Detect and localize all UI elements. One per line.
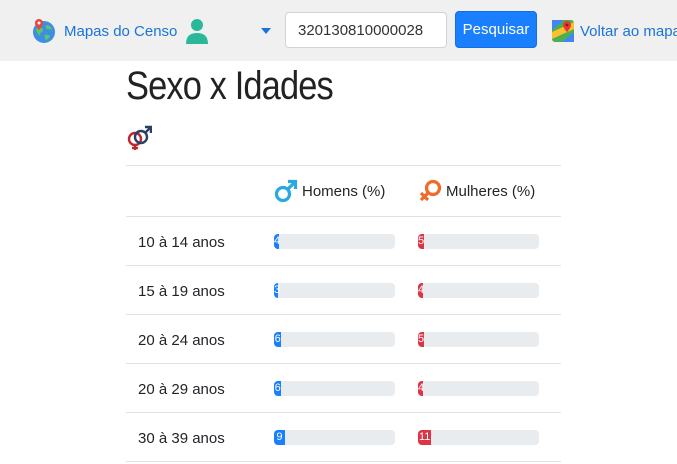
header-age-group (126, 165, 274, 217)
globe-pin-icon (33, 19, 55, 43)
header-women: Mulheres (%) (418, 165, 561, 217)
header-men-label: Homens (%) (302, 182, 386, 200)
age-group-label: 10 à 14 anos (138, 233, 225, 251)
women-progress-bar: 4 (418, 282, 425, 298)
table-row: 30 à 39 anos 9 11 (126, 412, 561, 462)
search-button[interactable]: Pesquisar (455, 11, 537, 48)
men-percent-cell: 9 (274, 412, 418, 462)
table-row: 20 à 29 anos 6 4 (126, 363, 561, 413)
brand-label: Mapas do Censo (64, 22, 178, 40)
age-group-cell: 30 à 39 anos (126, 412, 274, 462)
age-group-cell: 20 à 29 anos (126, 363, 274, 413)
men-percent-cell: 6 (274, 314, 418, 364)
men-progress-track: 9 (274, 429, 395, 445)
brand-link[interactable]: Mapas do Censo (30, 15, 177, 47)
men-progress-bar: 4 (274, 233, 281, 249)
male-female-icon (127, 125, 152, 150)
women-progress-track: 4 (418, 380, 539, 396)
user-menu-dropdown[interactable] (183, 16, 275, 46)
age-group-label: 30 à 39 anos (138, 429, 225, 447)
women-progress-track: 11 (418, 429, 539, 445)
men-progress-track: 3 (274, 282, 395, 298)
table-row: 10 à 14 anos 4 5 (126, 216, 561, 266)
men-progress-bar: 9 (274, 429, 285, 445)
men-percent-cell: 6 (274, 363, 418, 413)
navbar: Mapas do Censo Pesquisar Voltar ao mapa (0, 0, 677, 61)
women-progress-track: 4 (418, 282, 539, 298)
header-men: Homens (%) (274, 165, 418, 217)
table-row: 15 à 19 anos 3 4 (126, 265, 561, 315)
men-percent-cell: 4 (274, 216, 418, 266)
women-progress-track: 5 (418, 233, 539, 249)
women-percent-cell: 11 (418, 412, 561, 462)
female-symbol-icon (419, 179, 442, 202)
men-progress-track: 4 (274, 233, 395, 249)
men-progress-bar: 6 (274, 380, 282, 396)
google-maps-icon (552, 20, 574, 42)
women-percent-cell: 4 (418, 265, 561, 315)
back-to-map-label: Voltar ao mapa (580, 22, 677, 40)
table-header-row: Homens (%) Mulheres (%) (126, 165, 561, 217)
women-progress-bar: 4 (418, 380, 425, 396)
table-row: 20 à 24 anos 6 5 (126, 314, 561, 364)
age-group-label: 20 à 24 anos (138, 331, 225, 349)
women-progress-bar: 5 (418, 233, 425, 249)
page-title: Sexo x Idades (126, 64, 334, 108)
age-group-cell: 10 à 14 anos (126, 216, 274, 266)
age-group-cell: 20 à 24 anos (126, 314, 274, 364)
men-progress-track: 6 (274, 331, 395, 347)
women-progress-track: 5 (418, 331, 539, 347)
men-progress-track: 6 (274, 380, 395, 396)
men-percent-cell: 3 (274, 265, 418, 315)
women-percent-cell: 5 (418, 314, 561, 364)
men-progress-bar: 6 (274, 331, 282, 347)
back-to-map-link[interactable]: Voltar ao mapa (552, 15, 677, 47)
age-sex-table: Homens (%) Mulheres (%) 10 à 14 anos 4 5 15… (126, 165, 561, 462)
male-symbol-icon (274, 179, 298, 203)
women-percent-cell: 4 (418, 363, 561, 413)
women-percent-cell: 5 (418, 216, 561, 266)
header-women-label: Mulheres (%) (446, 182, 536, 200)
age-group-label: 15 à 19 anos (138, 282, 225, 300)
women-progress-bar: 5 (418, 331, 425, 347)
chevron-down-icon (261, 28, 271, 34)
age-group-label: 20 à 29 anos (138, 380, 225, 398)
men-progress-bar: 3 (274, 282, 281, 298)
person-icon (186, 19, 208, 44)
women-progress-bar: 11 (418, 429, 432, 445)
search-input[interactable] (285, 12, 447, 48)
age-group-cell: 15 à 19 anos (126, 265, 274, 315)
